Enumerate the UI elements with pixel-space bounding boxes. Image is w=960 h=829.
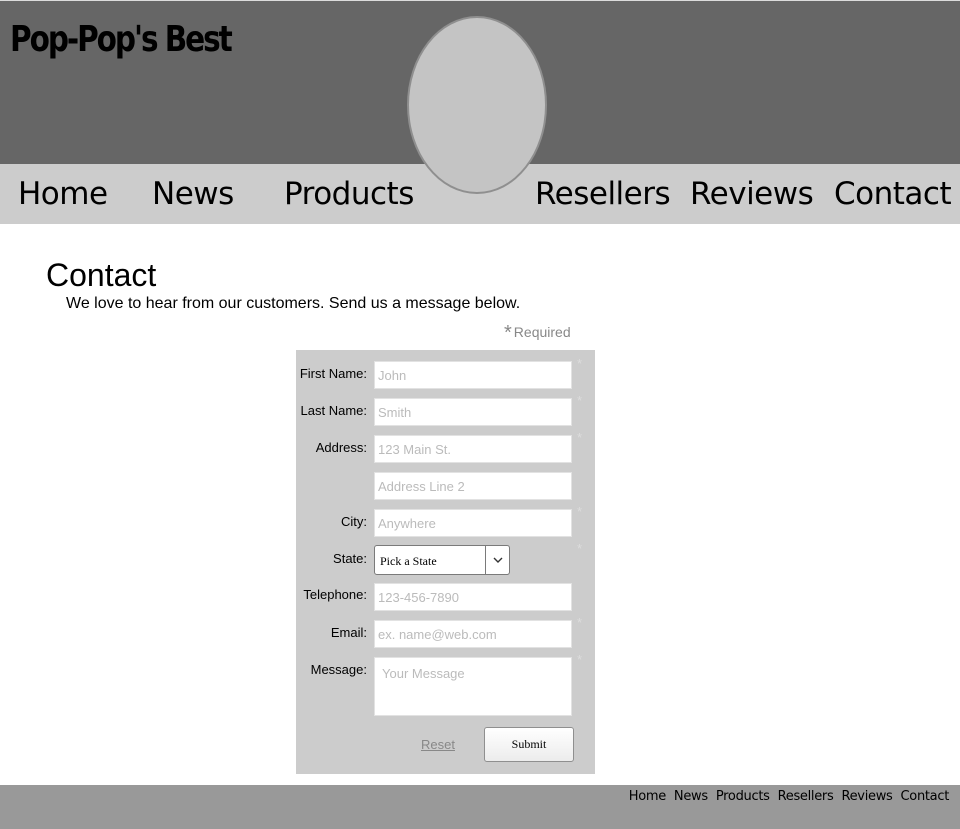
nav-reviews[interactable]: Reviews (690, 176, 814, 212)
footer-link-news[interactable]: News (674, 789, 708, 804)
footer-link-contact[interactable]: Contact (901, 789, 950, 804)
required-star-icon: * (577, 504, 583, 519)
submit-button[interactable]: Submit (484, 727, 574, 762)
footer-link-reviews[interactable]: Reviews (841, 789, 892, 804)
telephone-label: Telephone: (303, 587, 367, 602)
state-select-value: Pick a State (380, 554, 437, 568)
nav-contact[interactable]: Contact (834, 176, 952, 212)
site-logo[interactable]: Pop-Pop's Best (10, 19, 233, 60)
first-name-input[interactable]: John (374, 361, 572, 389)
last-name-input[interactable]: Smith (374, 398, 572, 426)
required-star-icon: * (577, 615, 583, 630)
site-footer: Home News Products Resellers Reviews Con… (0, 785, 960, 829)
page-intro: We love to hear from our customers. Send… (66, 295, 521, 312)
footer-link-resellers[interactable]: Resellers (778, 789, 834, 804)
address-label: Address: (315, 440, 367, 455)
reset-button[interactable]: Reset (421, 737, 455, 752)
state-label: State: (333, 551, 367, 566)
chevron-down-icon (493, 557, 503, 563)
city-input[interactable]: Anywhere (374, 509, 572, 537)
select-divider (485, 546, 486, 574)
nav-products[interactable]: Products (284, 176, 414, 212)
address-line1-input[interactable]: 123 Main St. (374, 435, 572, 463)
footer-link-home[interactable]: Home (629, 789, 667, 804)
first-name-label: First Name: (299, 366, 367, 381)
required-star-icon: * (504, 322, 512, 344)
required-star-icon: * (577, 541, 583, 556)
required-star-icon: * (577, 430, 583, 445)
footer-nav: Home News Products Resellers Reviews Con… (629, 789, 950, 804)
email-input[interactable]: ex. name@web.com (374, 620, 572, 648)
required-star-icon: * (577, 393, 583, 408)
nav-news[interactable]: News (152, 176, 234, 212)
telephone-input[interactable]: 123-456-7890 (374, 583, 572, 611)
footer-link-products[interactable]: Products (716, 789, 770, 804)
contact-form: First Name: John * Last Name: Smith * Ad… (296, 350, 595, 774)
required-label: Required (513, 324, 571, 340)
page-title: Contact (46, 257, 157, 293)
email-label: Email: (330, 625, 367, 640)
required-star-icon: * (577, 356, 583, 371)
message-textarea[interactable]: Your Message (374, 657, 572, 716)
city-label: City: (341, 514, 367, 529)
last-name-label: Last Name: (300, 403, 367, 418)
message-label: Message: (310, 662, 367, 677)
header-emblem-placeholder (407, 16, 547, 194)
required-star-icon: * (577, 652, 583, 667)
nav-home[interactable]: Home (18, 176, 108, 212)
required-legend: * Required (504, 322, 571, 345)
address-line2-input[interactable]: Address Line 2 (374, 472, 572, 500)
state-select[interactable]: Pick a State (374, 545, 510, 575)
nav-resellers[interactable]: Resellers (535, 176, 671, 212)
